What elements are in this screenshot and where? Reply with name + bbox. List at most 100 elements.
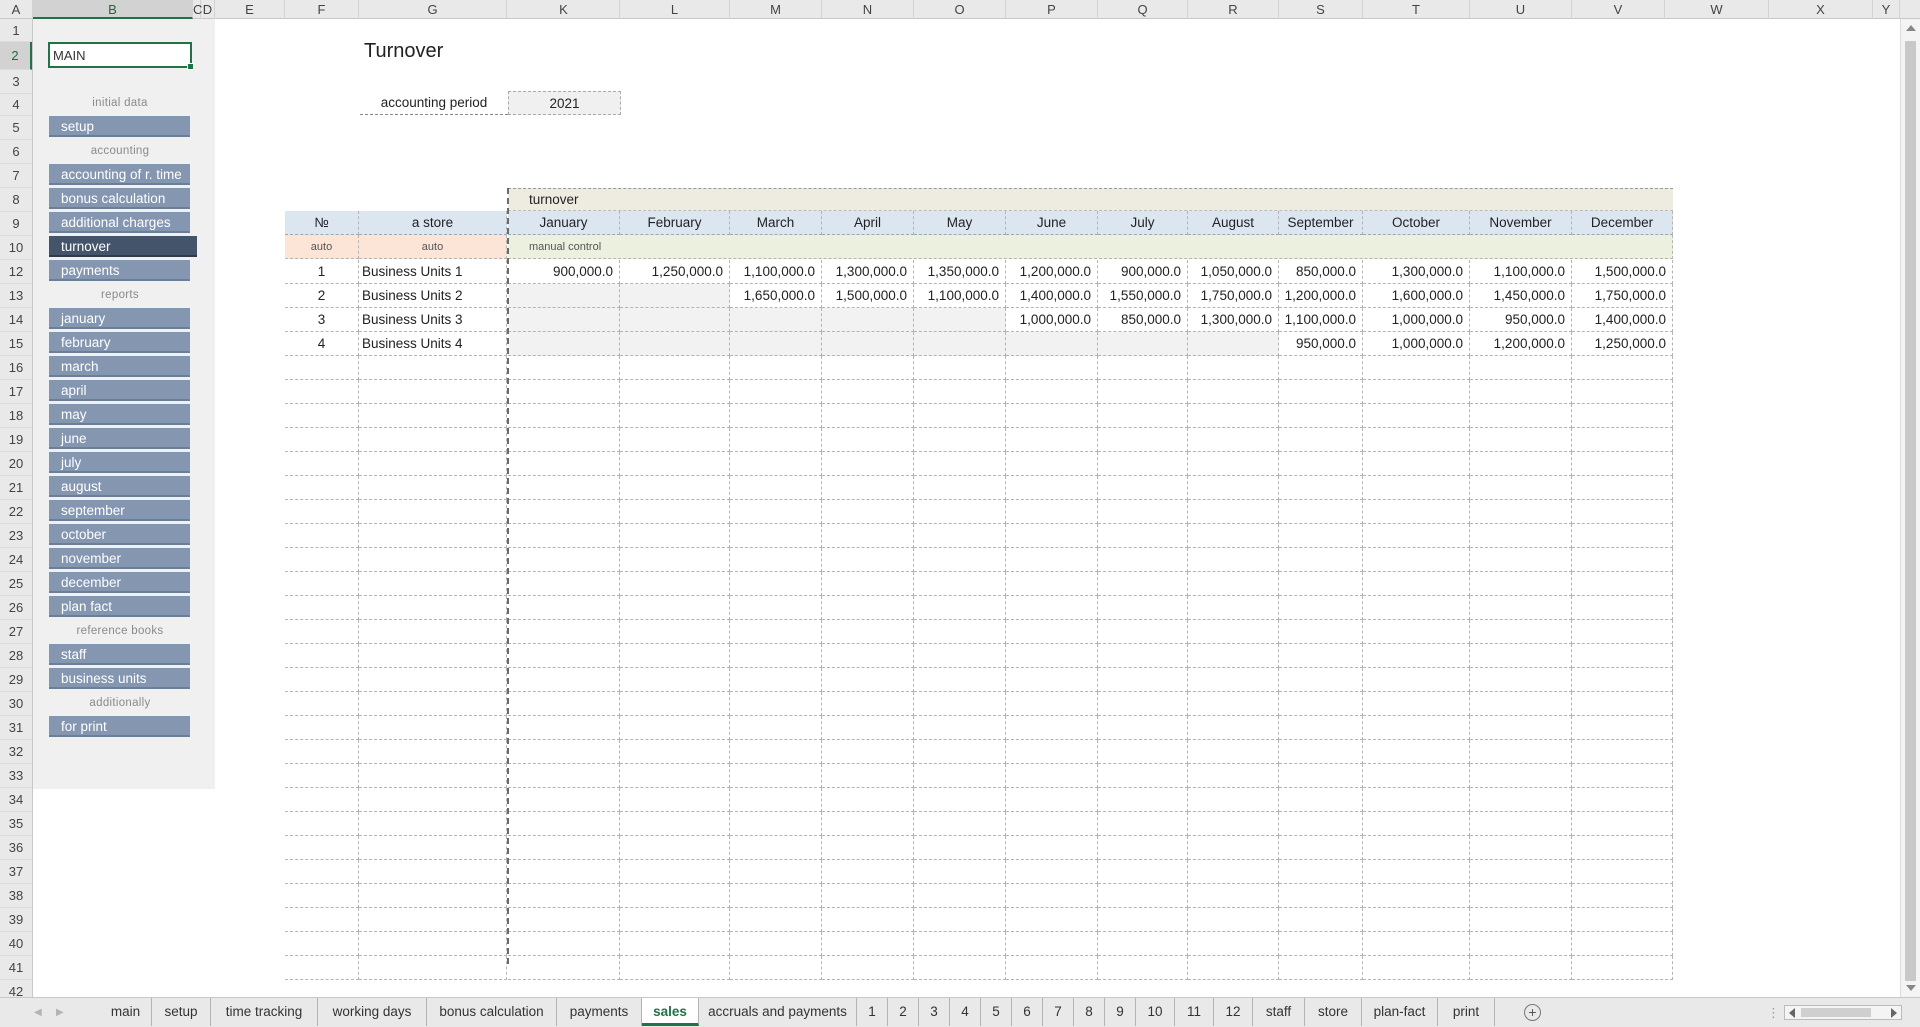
empty-grid-cell[interactable] — [359, 644, 507, 668]
empty-grid-cell[interactable] — [1572, 548, 1673, 572]
empty-grid-cell[interactable] — [1098, 596, 1188, 620]
empty-grid-cell[interactable] — [620, 692, 730, 716]
sheet-tab-bonus-calculation[interactable]: bonus calculation — [427, 998, 557, 1026]
empty-grid-cell[interactable] — [1098, 356, 1188, 380]
turnover-value-cell[interactable] — [822, 308, 914, 332]
horizontal-scroll-thumb[interactable] — [1801, 1008, 1871, 1017]
turnover-value-cell[interactable] — [620, 308, 730, 332]
empty-grid-cell[interactable] — [730, 644, 822, 668]
column-header[interactable]: S — [1279, 0, 1363, 19]
column-header[interactable]: D — [201, 0, 215, 19]
empty-grid-cell[interactable] — [1006, 836, 1098, 860]
empty-grid-cell[interactable] — [1188, 692, 1279, 716]
empty-grid-cell[interactable] — [508, 356, 620, 380]
empty-grid-cell[interactable] — [822, 572, 914, 596]
empty-grid-cell[interactable] — [508, 740, 620, 764]
empty-grid-cell[interactable] — [1098, 524, 1188, 548]
empty-grid-cell[interactable] — [1188, 524, 1279, 548]
empty-grid-cell[interactable] — [1279, 788, 1363, 812]
empty-grid-cell[interactable] — [1572, 356, 1673, 380]
turnover-value-cell[interactable] — [1098, 332, 1188, 356]
report-february-button[interactable]: february — [49, 332, 190, 353]
empty-grid-cell[interactable] — [359, 788, 507, 812]
empty-grid-cell[interactable] — [1098, 380, 1188, 404]
empty-grid-cell[interactable] — [1363, 428, 1470, 452]
empty-grid-cell[interactable] — [1006, 884, 1098, 908]
accounting-period-value[interactable]: 2021 — [508, 91, 621, 115]
empty-grid-cell[interactable] — [822, 884, 914, 908]
sheet-tab-9[interactable]: 9 — [1105, 998, 1136, 1026]
empty-grid-cell[interactable] — [1279, 860, 1363, 884]
turnover-value-cell[interactable]: 1,550,000.0 — [1098, 284, 1188, 308]
empty-grid-cell[interactable] — [359, 524, 507, 548]
empty-grid-cell[interactable] — [1470, 932, 1572, 956]
turnover-value-cell[interactable]: 1,500,000.0 — [1572, 260, 1673, 284]
empty-grid-cell[interactable] — [620, 356, 730, 380]
row-header[interactable]: 2 — [0, 42, 32, 70]
empty-grid-cell[interactable] — [620, 716, 730, 740]
row-header[interactable]: 26 — [0, 596, 32, 620]
scroll-down-arrow-icon[interactable] — [1906, 985, 1916, 991]
empty-grid-cell[interactable] — [359, 572, 507, 596]
empty-grid-cell[interactable] — [359, 452, 507, 476]
bonus-calculation-button[interactable]: bonus calculation — [49, 188, 190, 209]
empty-grid-cell[interactable] — [822, 620, 914, 644]
empty-grid-cell[interactable] — [914, 644, 1006, 668]
empty-grid-cell[interactable] — [730, 500, 822, 524]
empty-grid-cell[interactable] — [914, 380, 1006, 404]
row-header[interactable]: 32 — [0, 740, 32, 764]
row-header[interactable]: 29 — [0, 668, 32, 692]
sheet-tab-accruals-and-payments[interactable]: accruals and payments — [699, 998, 857, 1026]
empty-grid-cell[interactable] — [1098, 740, 1188, 764]
turnover-value-cell[interactable] — [730, 308, 822, 332]
empty-grid-cell[interactable] — [1363, 956, 1470, 980]
row-header[interactable]: 17 — [0, 380, 32, 404]
empty-grid-cell[interactable] — [359, 908, 507, 932]
turnover-value-cell[interactable]: 900,000.0 — [1098, 260, 1188, 284]
empty-grid-cell[interactable] — [914, 908, 1006, 932]
empty-grid-cell[interactable] — [730, 548, 822, 572]
setup-button[interactable]: setup — [49, 116, 190, 137]
row-header[interactable]: 40 — [0, 932, 32, 956]
sheet-tab-5[interactable]: 5 — [981, 998, 1012, 1026]
empty-grid-cell[interactable] — [1363, 548, 1470, 572]
row-header[interactable]: 39 — [0, 908, 32, 932]
empty-grid-cell[interactable] — [1098, 452, 1188, 476]
empty-grid-cell[interactable] — [1188, 668, 1279, 692]
empty-grid-cell[interactable] — [1470, 644, 1572, 668]
empty-grid-cell[interactable] — [1363, 500, 1470, 524]
column-header[interactable]: X — [1769, 0, 1873, 19]
empty-grid-cell[interactable] — [1006, 596, 1098, 620]
empty-grid-cell[interactable] — [1363, 476, 1470, 500]
empty-grid-cell[interactable] — [508, 812, 620, 836]
empty-grid-cell[interactable] — [620, 524, 730, 548]
row-header[interactable]: 21 — [0, 476, 32, 500]
empty-grid-cell[interactable] — [620, 404, 730, 428]
empty-grid-cell[interactable] — [1470, 668, 1572, 692]
empty-grid-cell[interactable] — [620, 764, 730, 788]
empty-grid-cell[interactable] — [822, 428, 914, 452]
empty-grid-cell[interactable] — [822, 476, 914, 500]
row-header[interactable]: 36 — [0, 836, 32, 860]
empty-grid-cell[interactable] — [1006, 932, 1098, 956]
empty-grid-cell[interactable] — [914, 764, 1006, 788]
empty-grid-cell[interactable] — [914, 500, 1006, 524]
empty-grid-cell[interactable] — [285, 500, 359, 524]
column-header[interactable]: M — [730, 0, 822, 19]
turnover-value-cell[interactable]: 1,200,000.0 — [1470, 332, 1572, 356]
empty-grid-cell[interactable] — [285, 404, 359, 428]
empty-grid-cell[interactable] — [285, 548, 359, 572]
row-header[interactable]: 25 — [0, 572, 32, 596]
empty-grid-cell[interactable] — [730, 836, 822, 860]
row-header[interactable]: 24 — [0, 548, 32, 572]
turnover-value-cell[interactable] — [1188, 332, 1279, 356]
empty-grid-cell[interactable] — [508, 404, 620, 428]
row-header[interactable]: 6 — [0, 140, 32, 164]
empty-grid-cell[interactable] — [822, 812, 914, 836]
empty-grid-cell[interactable] — [1363, 764, 1470, 788]
empty-grid-cell[interactable] — [1572, 908, 1673, 932]
empty-grid-cell[interactable] — [620, 812, 730, 836]
empty-grid-cell[interactable] — [822, 908, 914, 932]
empty-grid-cell[interactable] — [730, 932, 822, 956]
empty-grid-cell[interactable] — [359, 716, 507, 740]
